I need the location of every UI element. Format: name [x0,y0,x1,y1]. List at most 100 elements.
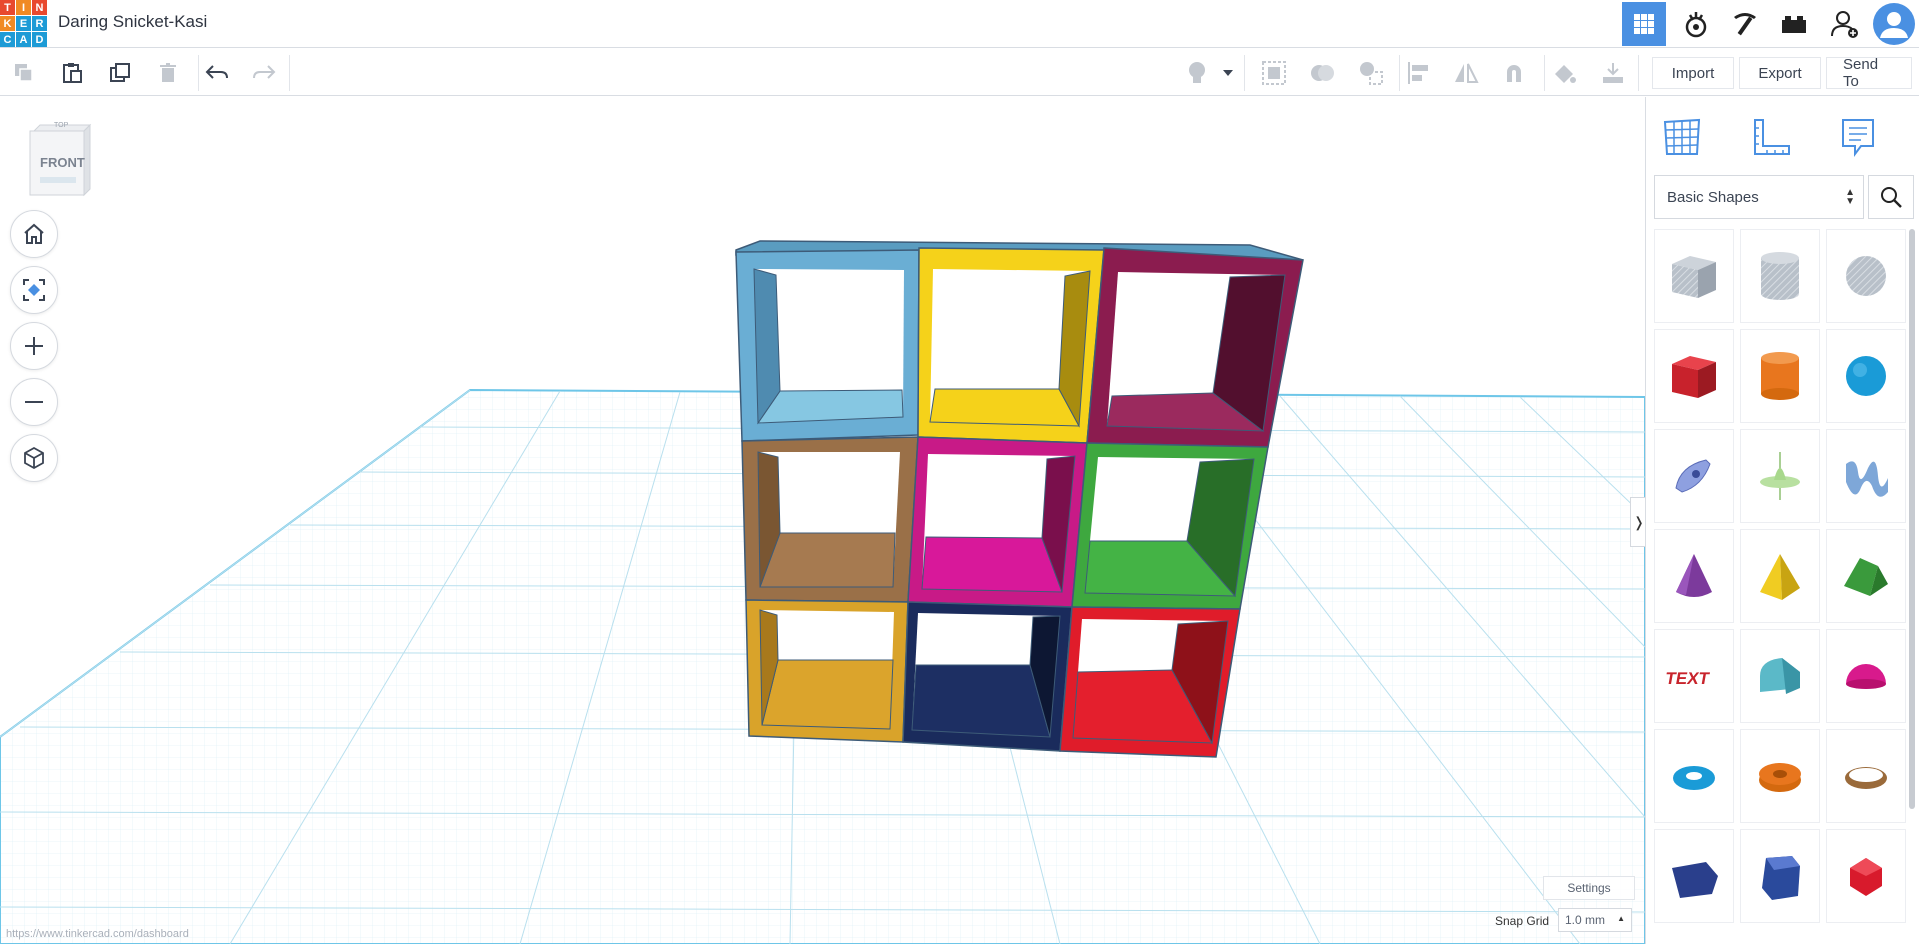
workplane-viewport[interactable]: TOP FRONT Settings Snap Grid 1.0 mm ▲ ht… [0,97,1645,944]
import-button[interactable]: Import [1652,57,1734,89]
projection-button[interactable] [10,434,58,482]
shapes-scrollbar[interactable] [1909,229,1915,809]
group-icon[interactable] [1258,57,1290,89]
paint-bucket-icon[interactable] [1548,57,1580,89]
shape-scribble[interactable] [1654,429,1734,523]
undo-icon[interactable] [201,57,233,89]
shape-ring[interactable] [1826,729,1906,823]
document-title[interactable]: Daring Snicket-Kasi [58,12,207,32]
shape-cone[interactable] [1654,529,1734,623]
shelf-model[interactable] [0,97,1645,944]
shelf-cell[interactable] [735,249,920,442]
ruler-icon[interactable] [1740,107,1800,167]
status-url: https://www.tinkercad.com/dashboard [6,928,189,940]
shape-half-sphere[interactable] [1826,629,1906,723]
light-bulb-icon[interactable] [1181,57,1213,89]
shape-category-value: Basic Shapes [1667,188,1759,206]
plus-icon [25,337,43,355]
fit-all-icon [23,279,45,301]
logo-letter: T [0,0,15,15]
ungroup-icon[interactable] [1306,57,1338,89]
toolbar-divider [1244,55,1245,91]
select-arrows-icon: ▲ ▼ [1845,187,1855,207]
home-view-button[interactable] [10,210,58,258]
shape-cylinder[interactable] [1740,329,1820,423]
drop-to-workplane-icon[interactable] [1597,57,1629,89]
settings-button[interactable]: Settings [1543,876,1635,900]
tinkercad-logo[interactable]: T I N K E R C A D [0,0,47,47]
chevron-right-icon: ❭ [1633,513,1645,530]
logo-letter: C [0,32,15,47]
logo-letter: I [16,0,31,15]
send-to-button[interactable]: Send To [1826,56,1912,90]
snap-grid-value: 1.0 mm [1565,913,1606,927]
shape-torus[interactable] [1654,729,1734,823]
shelf-cell[interactable] [1071,442,1269,610]
shelf-cell[interactable] [907,436,1088,608]
shape-generator[interactable] [1740,429,1820,523]
shape-category-select[interactable]: Basic Shapes ▲ ▼ [1654,175,1864,219]
toolbar: Import Export Send To [0,49,1919,96]
shelf-cell[interactable] [917,247,1105,444]
shape-sphere[interactable] [1826,329,1906,423]
redo-icon[interactable] [248,57,280,89]
shelf-cell[interactable] [745,599,909,743]
lego-brick-icon[interactable] [1772,2,1816,46]
duplicate-icon[interactable] [104,57,136,89]
view-cube[interactable]: TOP FRONT [26,122,94,199]
delete-icon[interactable] [152,57,184,89]
shapes-panel: Basic Shapes ▲ ▼ TEXT [1645,97,1919,944]
grid-view-icon[interactable] [1622,2,1666,46]
shape-box[interactable] [1654,329,1734,423]
minus-icon [25,401,43,403]
shape-sphere-hole[interactable] [1826,229,1906,323]
view-cube-top-label: TOP [54,122,69,129]
profile-avatar-icon[interactable] [1872,2,1916,46]
copy-icon[interactable] [8,57,40,89]
shelf-cell[interactable] [1086,247,1304,448]
shape-prism[interactable] [1740,829,1820,923]
align-icon[interactable] [1402,57,1434,89]
snap-grid-select[interactable]: 1.0 mm ▲ [1558,908,1632,932]
shape-icosahedron[interactable] [1826,829,1906,923]
home-icon [24,223,44,244]
sim-lab-icon[interactable] [1674,2,1718,46]
minecraft-pickaxe-icon[interactable] [1723,2,1767,46]
paste-icon[interactable] [56,57,88,89]
shelf-cell[interactable] [1059,606,1241,758]
solid-hole-icon[interactable] [1355,57,1387,89]
shape-roof[interactable] [1826,529,1906,623]
zoom-out-button[interactable] [10,378,58,426]
chevron-down-icon[interactable] [1218,57,1238,89]
magnet-icon[interactable] [1498,57,1530,89]
add-user-icon[interactable] [1823,2,1867,46]
chevron-up-icon: ▲ [1617,914,1625,923]
workplane-grid-icon[interactable] [1652,107,1712,167]
shape-round-roof[interactable] [1740,629,1820,723]
shape-tube[interactable] [1740,729,1820,823]
shape-box-hole[interactable] [1654,229,1734,323]
shape-polygon[interactable] [1654,829,1734,923]
toolbar-divider [289,55,290,91]
search-icon [1881,187,1902,208]
shape-pyramid[interactable] [1740,529,1820,623]
shape-search-button[interactable] [1868,175,1914,219]
toolbar-divider [198,55,199,91]
mirror-icon[interactable] [1450,57,1482,89]
logo-letter: A [16,32,31,47]
shape-text-wave[interactable] [1826,429,1906,523]
notes-icon[interactable] [1828,107,1888,167]
svg-text:TEXT: TEXT [1666,668,1711,688]
toolbar-divider [1544,55,1545,91]
logo-letter: N [32,0,47,15]
shape-cylinder-hole[interactable] [1740,229,1820,323]
logo-letter: K [0,16,15,31]
zoom-in-button[interactable] [10,322,58,370]
shelf-cell[interactable] [741,436,919,603]
top-bar: T I N K E R C A D Daring Snicket-Kasi [0,0,1919,48]
fit-view-button[interactable] [10,266,58,314]
export-button[interactable]: Export [1739,57,1821,89]
shelf-cell[interactable] [902,601,1073,752]
logo-letter: D [32,32,47,47]
shape-text[interactable]: TEXT [1654,629,1734,723]
